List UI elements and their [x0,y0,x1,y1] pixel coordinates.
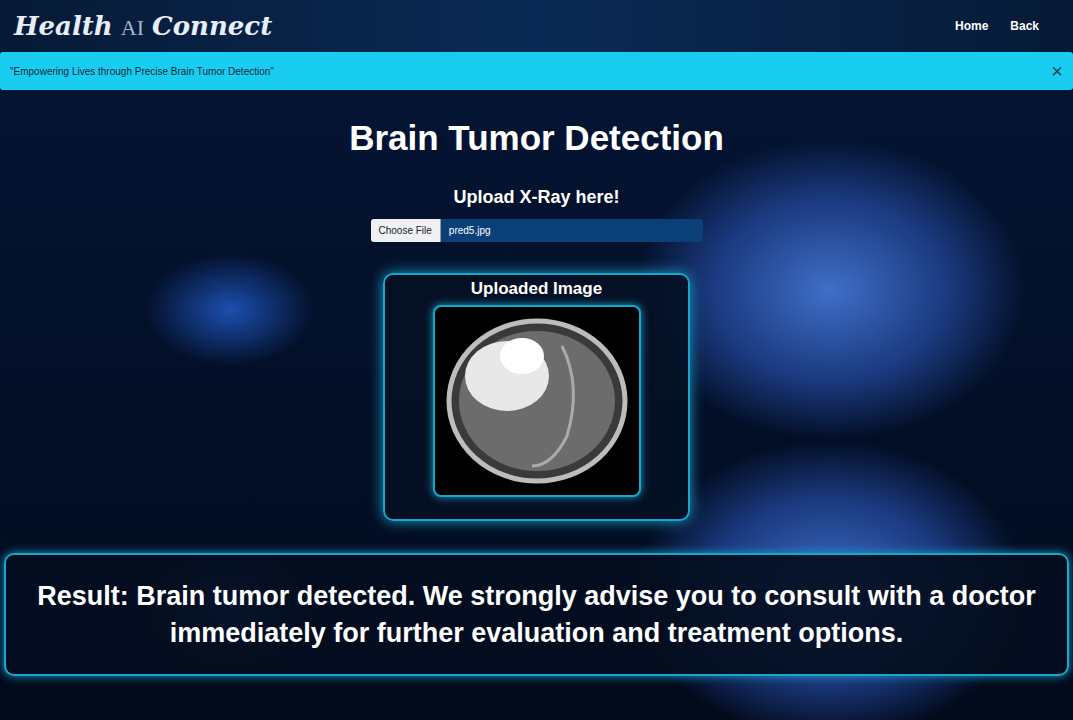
nav-link[interactable]: Back [1010,19,1039,33]
choose-file-button[interactable]: Choose File [371,219,441,242]
result-box: Result: Brain tumor detected. We strongl… [4,553,1069,676]
page: Health AI Connect Home Back "Empowering L… [0,0,1073,720]
file-name: pred5.jpg [441,219,499,242]
nav-links: Home Back [955,19,1039,33]
main-content: Brain Tumor Detection Upload X-Ray here!… [0,90,1073,720]
preview-card: Uploaded Image [383,273,690,521]
page-title: Brain Tumor Detection [349,118,724,158]
nav-link[interactable]: Home [955,19,988,33]
uploaded-image [433,305,641,497]
alert-banner: "Empowering Lives through Precise Brain … [0,52,1073,90]
file-input[interactable]: Choose File pred5.jpg [371,219,703,242]
upload-label: Upload X-Ray here! [453,186,619,208]
alert-text: "Empowering Lives through Precise Brain … [10,66,274,77]
navbar: Health AI Connect Home Back [0,0,1073,52]
result-text: Result: Brain tumor detected. We strongl… [18,578,1055,652]
preview-title: Uploaded Image [471,278,602,300]
logo[interactable]: Health AI Connect [14,11,272,41]
close-icon[interactable]: × [1051,60,1063,83]
mri-image-icon [442,316,632,486]
